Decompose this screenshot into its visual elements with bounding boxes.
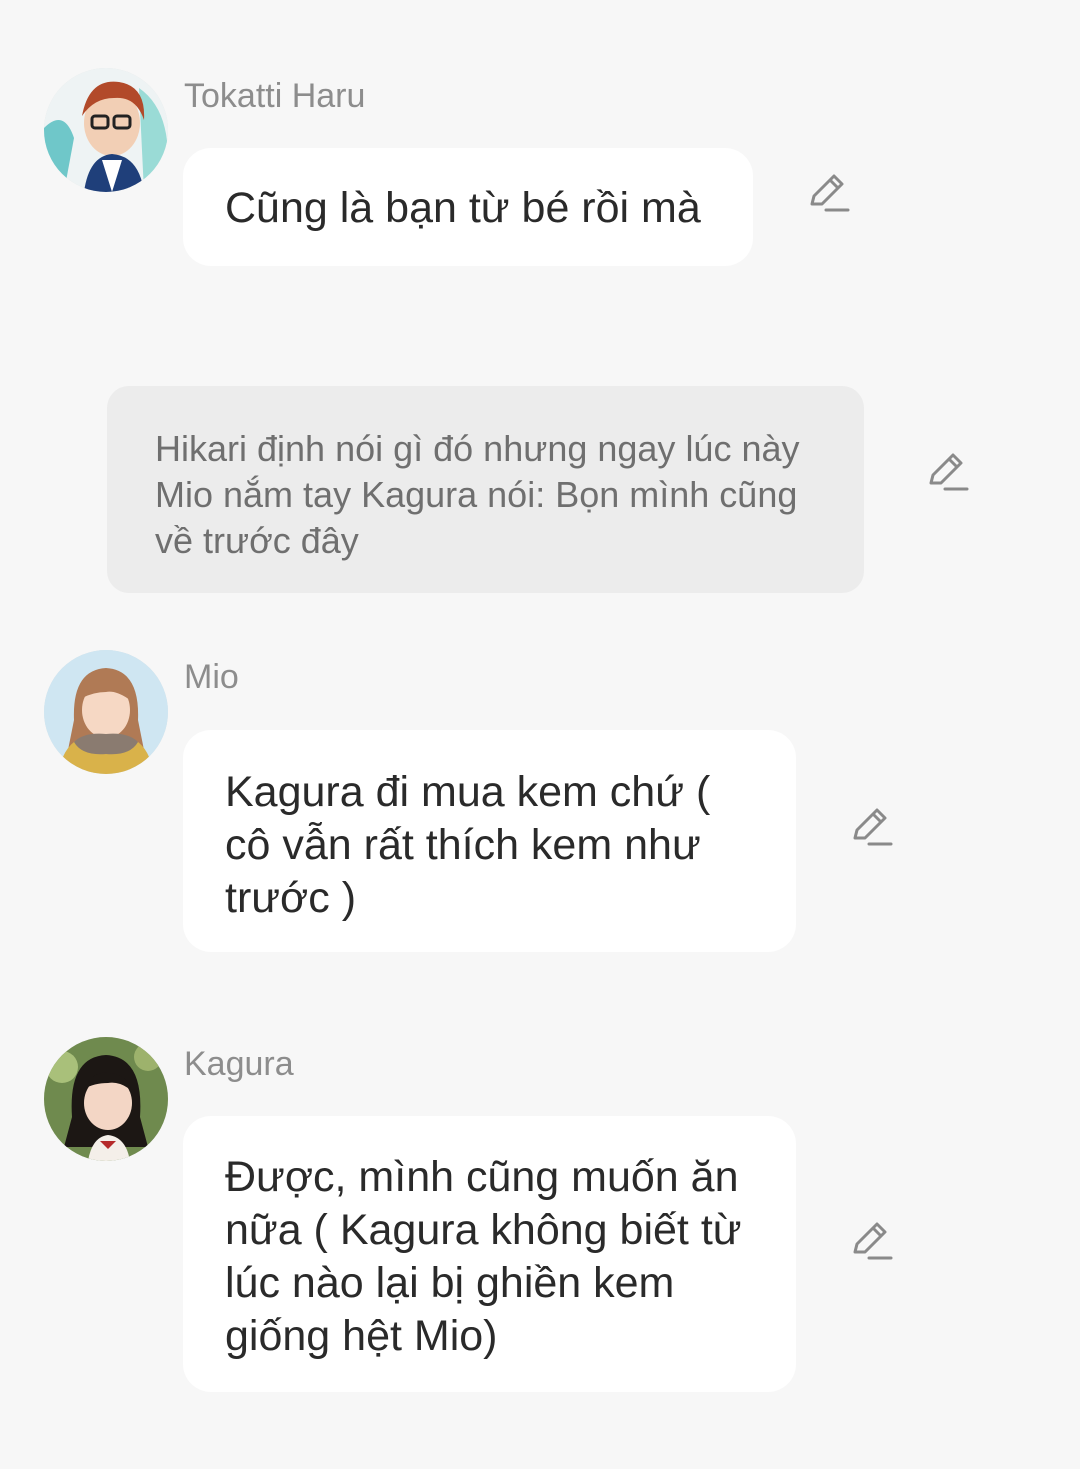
- edit-message-button[interactable]: [849, 804, 895, 850]
- message-text: Kagura đi mua kem chứ ( cô vẫn rất thích…: [225, 768, 711, 922]
- narration-bubble[interactable]: Hikari định nói gì đó nhưng ngay lúc này…: [107, 386, 864, 593]
- edit-message-button[interactable]: [849, 1218, 895, 1264]
- message-bubble[interactable]: Cũng là bạn từ bé rồi mà: [183, 148, 753, 266]
- avatar-tokatti-haru[interactable]: [44, 68, 168, 192]
- mio-avatar-image: [44, 650, 168, 774]
- message-bubble[interactable]: Kagura đi mua kem chứ ( cô vẫn rất thích…: [183, 730, 796, 952]
- edit-pencil-icon: [810, 174, 850, 212]
- message-bubble[interactable]: Được, mình cũng muốn ăn nữa ( Kagura khô…: [183, 1116, 796, 1392]
- narration-text: Hikari định nói gì đó nhưng ngay lúc này…: [155, 428, 800, 561]
- avatar-kagura[interactable]: [44, 1037, 168, 1161]
- edit-narration-button[interactable]: [925, 449, 971, 495]
- message-text: Cũng là bạn từ bé rồi mà: [225, 184, 701, 232]
- edit-pencil-icon: [853, 808, 893, 846]
- edit-message-button[interactable]: [806, 170, 852, 216]
- message-text: Được, mình cũng muốn ăn nữa ( Kagura khô…: [225, 1153, 742, 1360]
- sender-name: Mio: [184, 658, 239, 696]
- sender-name: Tokatti Haru: [184, 77, 366, 115]
- avatar-mio[interactable]: [44, 650, 168, 774]
- sender-name: Kagura: [184, 1045, 294, 1083]
- edit-pencil-icon: [853, 1222, 893, 1260]
- edit-pencil-icon: [929, 453, 969, 491]
- kagura-avatar-image: [44, 1037, 168, 1161]
- tokatti-haru-avatar-image: [44, 68, 168, 192]
